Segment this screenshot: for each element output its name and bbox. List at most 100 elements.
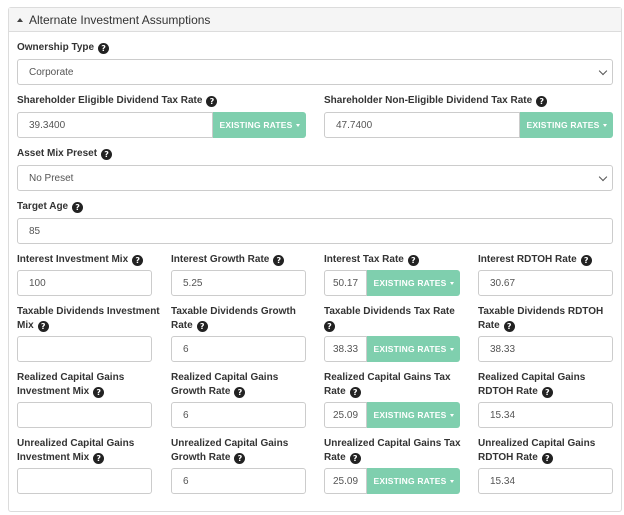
interest-mix-value: 100 <box>29 277 46 289</box>
question-circle-icon[interactable]: ? <box>407 255 419 266</box>
question-circle-icon[interactable]: ? <box>206 96 218 107</box>
asset-mix-select[interactable]: No Preset <box>17 165 613 191</box>
interest-growth-label: Interest Growth Rate? <box>171 253 285 267</box>
realized-growth-label-line2: Growth Rate <box>171 386 231 397</box>
question-circle-icon[interactable]: ? <box>37 321 49 332</box>
unrealized-growth-label: Unrealized Capital Gains Growth Rate? <box>171 437 288 465</box>
interest-rdtoh-label-text: Interest RDTOH Rate <box>478 254 577 265</box>
realized-existing-rates-button[interactable]: EXISTING RATES <box>367 402 460 428</box>
question-circle-icon[interactable]: ? <box>273 255 285 266</box>
asset-mix-label: Asset Mix Preset? <box>17 147 113 161</box>
interest-tax-value: 50.17 <box>333 277 359 289</box>
realized-growth-input[interactable]: 6 <box>171 402 306 428</box>
tax-div-mix-input[interactable] <box>17 336 152 362</box>
question-circle-icon[interactable]: ? <box>196 321 208 332</box>
non-eligible-dividend-input[interactable]: 47.7400 <box>324 112 520 138</box>
chevron-down-icon <box>598 172 608 182</box>
realized-rdtoh-input[interactable]: 15.34 <box>478 402 613 428</box>
question-circle-icon[interactable]: ? <box>541 387 553 398</box>
interest-growth-value: 5.25 <box>183 277 203 289</box>
eligible-existing-rates-label: EXISTING RATES <box>219 120 293 130</box>
realized-growth-value: 6 <box>183 409 189 421</box>
realized-growth-label-line1: Realized Capital Gains <box>171 372 279 383</box>
eligible-dividend-label-text: Shareholder Eligible Dividend Tax Rate <box>17 95 203 106</box>
unrealized-tax-label-line1: Unrealized Capital Gains Tax <box>324 438 461 449</box>
unrealized-tax-input[interactable]: 25.09 <box>324 468 367 494</box>
realized-mix-input[interactable] <box>17 402 152 428</box>
non-eligible-dividend-label-text: Shareholder Non-Eligible Dividend Tax Ra… <box>324 95 533 106</box>
eligible-dividend-input[interactable]: 39.3400 <box>17 112 213 138</box>
unrealized-rdtoh-label-line1: Unrealized Capital Gains <box>478 438 596 449</box>
question-circle-icon[interactable]: ? <box>93 387 105 398</box>
question-circle-icon[interactable]: ? <box>324 321 335 332</box>
target-age-label-text: Target Age <box>17 201 69 212</box>
realized-mix-label-line1: Realized Capital Gains <box>17 372 125 383</box>
question-circle-icon[interactable]: ? <box>536 96 548 107</box>
caret-up-icon <box>17 17 23 22</box>
tax-div-rdtoh-label: Taxable Dividends RDTOH Rate? <box>478 305 603 333</box>
tax-div-existing-rates-button[interactable]: EXISTING RATES <box>367 336 460 362</box>
question-circle-icon[interactable]: ? <box>580 255 592 266</box>
unrealized-mix-label: Unrealized Capital Gains Investment Mix? <box>17 437 134 465</box>
interest-rdtoh-value: 30.67 <box>490 277 516 289</box>
ownership-type-select[interactable]: Corporate <box>17 59 613 85</box>
question-circle-icon[interactable]: ? <box>101 149 113 160</box>
eligible-existing-rates-button[interactable]: EXISTING RATES <box>213 112 306 138</box>
question-circle-icon[interactable]: ? <box>503 321 515 332</box>
unrealized-rdtoh-label: Unrealized Capital Gains RDTOH Rate? <box>478 437 595 465</box>
question-circle-icon[interactable]: ? <box>98 43 110 54</box>
tax-div-growth-value: 6 <box>183 343 189 355</box>
tax-div-rdtoh-input[interactable]: 38.33 <box>478 336 613 362</box>
ownership-type-label: Ownership Type? <box>17 41 110 55</box>
tax-div-growth-label-line1: Taxable Dividends Growth <box>171 306 296 317</box>
tax-div-mix-label: Taxable Dividends Investment Mix? <box>17 305 160 333</box>
caret-down-icon <box>449 281 454 285</box>
unrealized-existing-rates-button[interactable]: EXISTING RATES <box>367 468 460 494</box>
unrealized-growth-value: 6 <box>183 475 189 487</box>
interest-rdtoh-input[interactable]: 30.67 <box>478 270 613 296</box>
question-circle-icon[interactable]: ? <box>349 453 361 464</box>
tax-div-rdtoh-label-line1: Taxable Dividends RDTOH <box>478 306 604 317</box>
question-circle-icon[interactable]: ? <box>541 453 553 464</box>
interest-mix-label: Interest Investment Mix? <box>17 253 144 267</box>
interest-existing-rates-button[interactable]: EXISTING RATES <box>367 270 460 296</box>
tax-div-growth-input[interactable]: 6 <box>171 336 306 362</box>
interest-growth-input[interactable]: 5.25 <box>171 270 306 296</box>
tax-div-mix-label-line1: Taxable Dividends Investment <box>17 306 160 317</box>
unrealized-mix-input[interactable] <box>17 468 152 494</box>
question-circle-icon[interactable]: ? <box>72 202 84 213</box>
question-circle-icon[interactable]: ? <box>132 255 144 266</box>
tax-div-growth-label: Taxable Dividends Growth Rate? <box>171 305 296 333</box>
ownership-type-value: Corporate <box>29 66 74 78</box>
target-age-input[interactable]: 85 <box>17 218 613 244</box>
question-circle-icon[interactable]: ? <box>349 387 361 398</box>
realized-rdtoh-label-line2: RDTOH Rate <box>478 386 538 397</box>
panel-title: Alternate Investment Assumptions <box>29 12 211 27</box>
non-eligible-existing-rates-button[interactable]: EXISTING RATES <box>520 112 613 138</box>
tax-div-tax-input[interactable]: 38.33 <box>324 336 367 362</box>
panel-header[interactable]: Alternate Investment Assumptions <box>9 8 621 32</box>
unrealized-rdtoh-input[interactable]: 15.34 <box>478 468 613 494</box>
question-circle-icon[interactable]: ? <box>234 453 246 464</box>
realized-tax-label: Realized Capital Gains Tax Rate? <box>324 371 451 399</box>
unrealized-growth-input[interactable]: 6 <box>171 468 306 494</box>
caret-down-icon <box>449 479 454 483</box>
caret-down-icon <box>449 413 454 417</box>
realized-tax-input[interactable]: 25.09 <box>324 402 367 428</box>
caret-down-icon <box>602 123 607 127</box>
question-circle-icon[interactable]: ? <box>93 453 105 464</box>
realized-tax-value: 25.09 <box>333 409 359 421</box>
target-age-value: 85 <box>29 225 41 237</box>
unrealized-tax-label: Unrealized Capital Gains Tax Rate? <box>324 437 461 465</box>
tax-div-mix-label-line2: Mix <box>17 320 34 331</box>
unrealized-tax-label-line2: Rate <box>324 452 346 463</box>
question-circle-icon[interactable]: ? <box>234 387 246 398</box>
chevron-down-icon <box>598 66 608 76</box>
asset-mix-label-text: Asset Mix Preset <box>17 148 98 159</box>
ownership-type-label-text: Ownership Type <box>17 42 95 53</box>
interest-tax-input[interactable]: 50.17 <box>324 270 367 296</box>
unrealized-mix-label-line1: Unrealized Capital Gains <box>17 438 135 449</box>
eligible-dividend-label: Shareholder Eligible Dividend Tax Rate? <box>17 94 218 108</box>
realized-existing-rates-label: EXISTING RATES <box>373 410 447 420</box>
interest-mix-input[interactable]: 100 <box>17 270 152 296</box>
